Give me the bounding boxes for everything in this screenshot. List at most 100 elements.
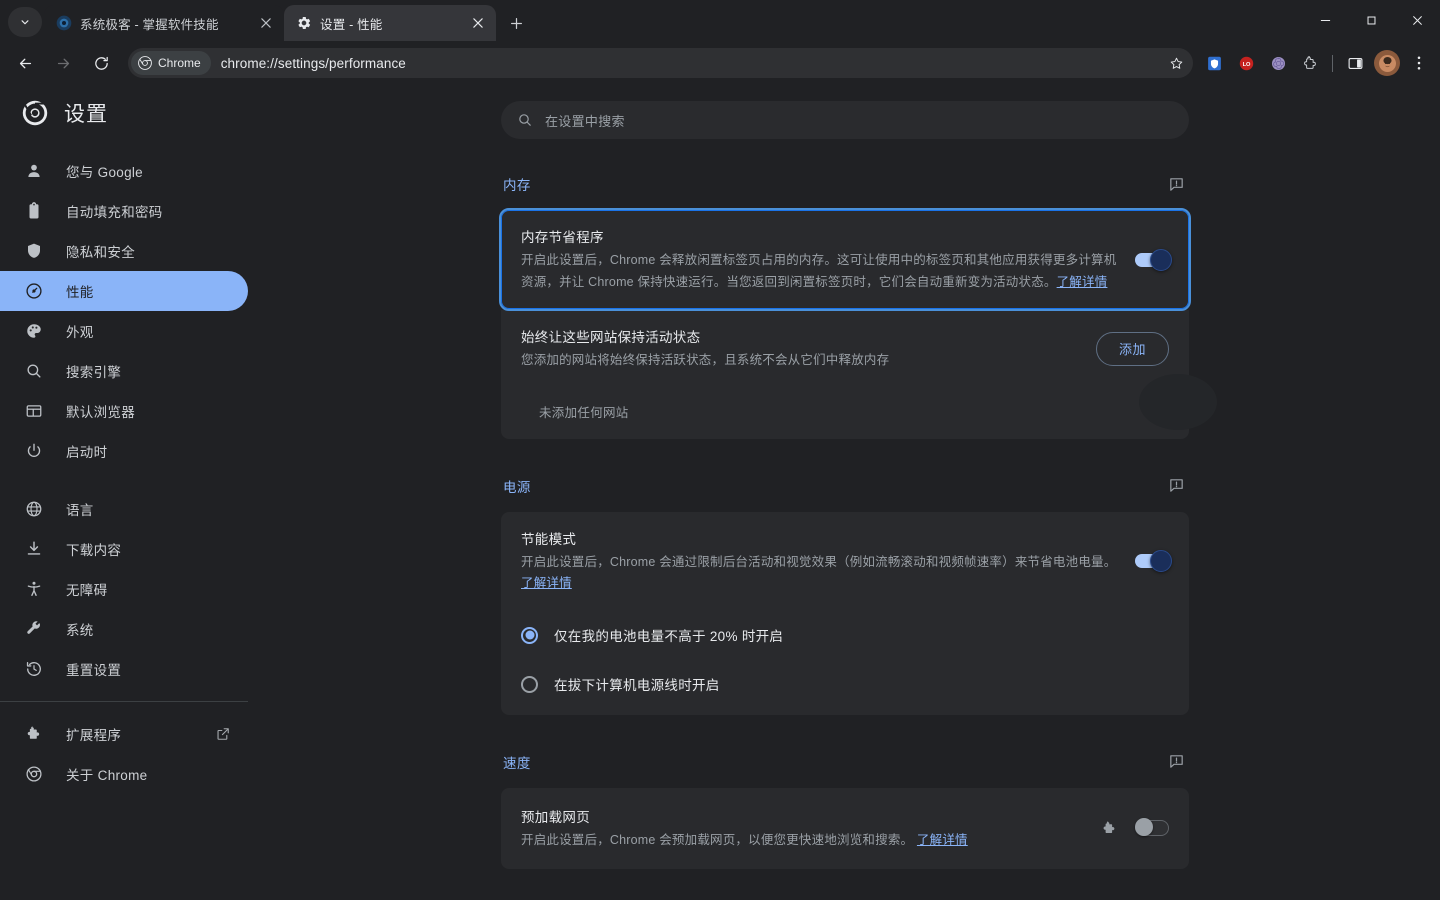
tab-strip: 系统极客 - 掌握软件技能 设置 - 性能 (0, 0, 1440, 41)
chatgpt-extension-icon[interactable] (1263, 48, 1293, 78)
wrench-icon (24, 619, 44, 639)
sidebar-item-extensions[interactable]: 扩展程序 (0, 714, 248, 754)
palette-icon (24, 321, 44, 341)
memory-saver-text: 内存节省程序 开启此设置后，Chrome 会释放闲置标签页占用的内存。这可让使用… (521, 226, 1119, 293)
memory-saver-learn-more-link[interactable]: 了解详情 (1057, 275, 1108, 289)
omnibox[interactable]: Chrome chrome://settings/performance (128, 48, 1193, 78)
memory-saver-card: 内存节省程序 开启此设置后，Chrome 会释放闲置标签页占用的内存。这可让使用… (499, 208, 1191, 311)
memory-saver-row[interactable]: 内存节省程序 开启此设置后，Chrome 会释放闲置标签页占用的内存。这可让使用… (501, 210, 1189, 309)
search-placeholder: 在设置中搜索 (545, 113, 625, 129)
memory-saver-toggle[interactable] (1135, 248, 1172, 271)
power-icon (24, 441, 44, 461)
preload-title: 预加载网页 (521, 809, 590, 825)
shield-extension-icon[interactable] (1199, 48, 1229, 78)
radio-label: 仅在我的电池电量不高于 20% 时开启 (554, 629, 784, 644)
sidebar-item-you-and-google[interactable]: 您与 Google (0, 151, 248, 191)
sidebar-item-privacy[interactable]: 隐私和安全 (0, 231, 248, 271)
arrow-left-icon (19, 58, 31, 68)
extensions-area: LO (1199, 48, 1434, 78)
energy-option-battery-row[interactable]: 仅在我的电池电量不高于 20% 时开启 (501, 611, 1189, 660)
section-header-memory: 内存 (501, 167, 1189, 201)
energy-option-unplugged-row[interactable]: 在拔下计算机电源线时开启 (501, 660, 1189, 709)
radio-unplugged[interactable] (521, 675, 538, 693)
chrome-logo-icon (138, 56, 152, 70)
settings-content: 内存 内存节省程序 开启此设置后，Chrome 会释放闲置标签页占用的内存。这可… (499, 139, 1217, 870)
preload-desc-text: 开启此设置后，Chrome 会预加载网页，以便您更快速地浏览和搜索。 (521, 832, 914, 847)
tab-close-icon[interactable] (256, 13, 276, 33)
sidebar-item-autofill[interactable]: 自动填充和密码 (0, 191, 248, 231)
bookmark-star-icon[interactable] (1163, 50, 1189, 76)
preload-row[interactable]: 预加载网页 开启此设置后，Chrome 会预加载网页，以便您更快速地浏览和搜索。… (501, 788, 1189, 870)
three-dots-icon (1417, 56, 1421, 70)
reload-icon (94, 56, 108, 70)
add-site-button[interactable]: 添加 (1095, 331, 1169, 366)
keep-active-row: 始终让这些网站保持活动状态 您添加的网站将始终保持活跃状态，且系统不会从它们中释… (501, 310, 1189, 388)
tab-search-button[interactable] (8, 7, 42, 37)
memory-saver-desc-text: 开启此设置后，Chrome 会释放闲置标签页占用的内存。这可让使用中的标签页和其… (521, 253, 1117, 289)
sidebar-item-downloads[interactable]: 下载内容 (0, 529, 248, 569)
sidebar-item-label: 关于 Chrome (66, 768, 148, 783)
preload-toggle[interactable] (1135, 818, 1169, 837)
speedometer-icon (24, 281, 44, 301)
avatar (1374, 50, 1400, 76)
feedback-icon[interactable] (1165, 751, 1187, 773)
keep-active-title: 始终让这些网站保持活动状态 (521, 330, 701, 345)
energy-saver-title: 节能模式 (521, 531, 577, 547)
empty-state-text: 未添加任何网站 (539, 405, 629, 420)
reload-button[interactable] (85, 47, 117, 79)
browser-menu-button[interactable] (1404, 48, 1434, 78)
window-controls (1302, 0, 1440, 41)
preload-description: 开启此设置后，Chrome 会预加载网页，以便您更快速地浏览和搜索。 了解详情 (521, 830, 1083, 852)
profile-avatar[interactable] (1372, 48, 1402, 78)
sidebar-item-search-engine[interactable]: 搜索引擎 (0, 351, 248, 391)
close-window-button[interactable] (1394, 0, 1440, 41)
section-header-power: 电源 (501, 469, 1189, 503)
toggle-knob (1150, 248, 1172, 271)
feedback-icon[interactable] (1165, 475, 1187, 497)
sidebar-item-label: 默认浏览器 (66, 405, 135, 420)
open-in-new-icon (216, 727, 230, 741)
sidebar-item-label: 系统 (66, 623, 94, 638)
energy-saver-description: 开启此设置后，Chrome 会通过限制后台活动和视觉效果（例如流畅滚动和视频帧速… (521, 552, 1119, 595)
plus-icon (510, 17, 522, 29)
chrome-favicon-icon (56, 15, 72, 31)
minimize-button[interactable] (1302, 0, 1348, 41)
address-bar-text[interactable]: chrome://settings/performance (211, 56, 1163, 71)
sidebar-item-label: 启动时 (66, 445, 108, 460)
energy-saver-row[interactable]: 节能模式 开启此设置后，Chrome 会通过限制后台活动和视觉效果（例如流畅滚动… (501, 512, 1189, 611)
sidebar-item-system[interactable]: 系统 (0, 609, 248, 649)
forward-button[interactable] (47, 47, 79, 79)
energy-saver-card: 节能模式 开启此设置后，Chrome 会通过限制后台活动和视觉效果（例如流畅滚动… (501, 511, 1189, 715)
browser-tab-active[interactable]: 设置 - 性能 (284, 5, 496, 41)
puzzle-extensions-icon[interactable] (1295, 48, 1325, 78)
side-panel-icon[interactable] (1340, 48, 1370, 78)
feedback-icon[interactable] (1165, 173, 1187, 195)
sidebar-item-label: 自动填充和密码 (66, 205, 163, 220)
energy-saver-toggle[interactable] (1135, 550, 1172, 572)
tab-close-icon[interactable] (468, 13, 488, 33)
sidebar-item-default-browser[interactable]: 默认浏览器 (0, 391, 248, 431)
preload-learn-more-link[interactable]: 了解详情 (917, 833, 968, 847)
keep-active-card: 始终让这些网站保持活动状态 您添加的网站将始终保持活跃状态，且系统不会从它们中释… (501, 310, 1217, 439)
sidebar-item-accessibility[interactable]: 无障碍 (0, 569, 248, 609)
new-tab-button[interactable] (502, 9, 530, 37)
browser-tab[interactable]: 系统极客 - 掌握软件技能 (44, 5, 284, 41)
search-input[interactable]: 在设置中搜索 (501, 101, 1189, 139)
sidebar-item-appearance[interactable]: 外观 (0, 311, 248, 351)
tab-title: 系统极客 - 掌握软件技能 (80, 17, 219, 32)
radio-battery-threshold[interactable] (521, 626, 538, 644)
red-badge-extension-icon[interactable]: LO (1231, 48, 1261, 78)
sidebar-item-reset-settings[interactable]: 重置设置 (0, 649, 248, 689)
settings-sidebar: 设置 您与 Google 自动填充和密码 隐私和安全 性能 外观 搜索引擎 默认… (0, 85, 250, 900)
settings-brand: 设置 (0, 85, 250, 141)
shield-icon (24, 241, 44, 261)
back-button[interactable] (9, 47, 41, 79)
energy-saver-learn-more-link[interactable]: 了解详情 (521, 576, 572, 590)
sidebar-item-about-chrome[interactable]: 关于 Chrome (0, 754, 248, 794)
toolbar-divider (1332, 54, 1333, 72)
sidebar-item-performance[interactable]: 性能 (0, 271, 248, 311)
sidebar-item-on-startup[interactable]: 启动时 (0, 431, 248, 471)
keep-active-text: 始终让这些网站保持活动状态 您添加的网站将始终保持活跃状态，且系统不会从它们中释… (521, 326, 1080, 372)
maximize-button[interactable] (1348, 0, 1394, 41)
sidebar-item-languages[interactable]: 语言 (0, 489, 248, 529)
